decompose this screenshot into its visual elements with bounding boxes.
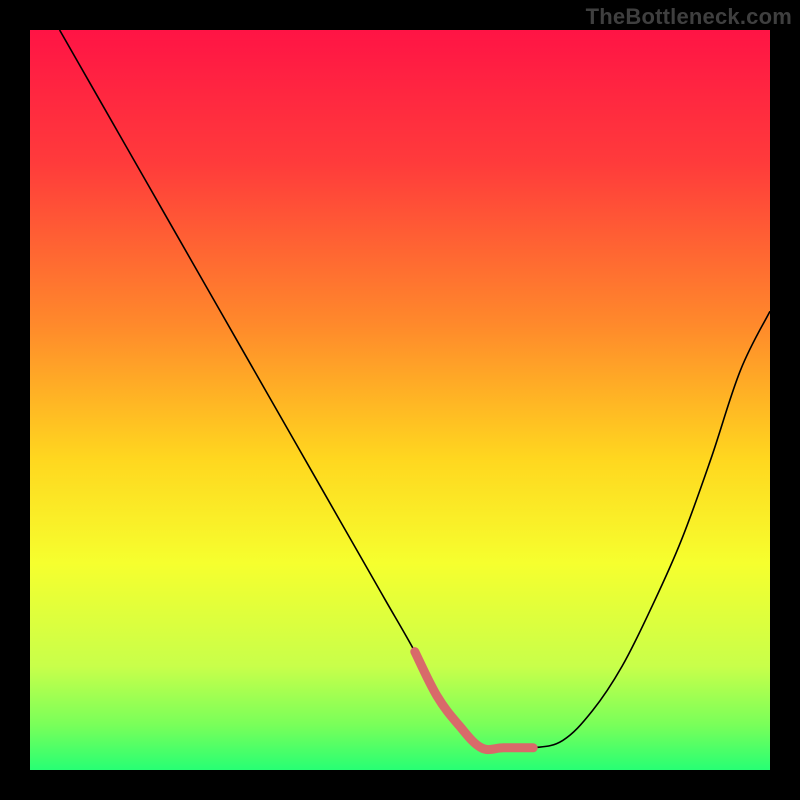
gradient-background: [30, 30, 770, 770]
chart-frame: TheBottleneck.com: [0, 0, 800, 800]
chart-plot-area: [30, 30, 770, 770]
chart-svg: [30, 30, 770, 770]
watermark-text: TheBottleneck.com: [586, 4, 792, 30]
